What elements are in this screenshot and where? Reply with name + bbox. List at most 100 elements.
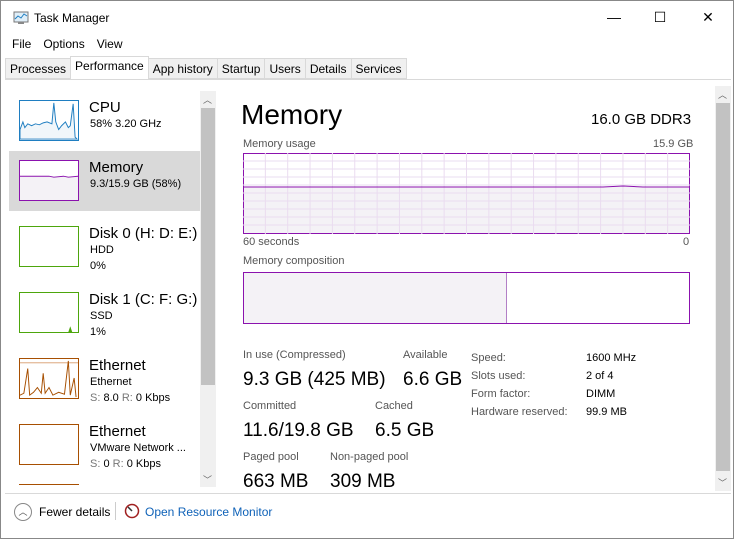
- form-factor-value: DIMM: [586, 388, 616, 400]
- sidebar-item-disk0[interactable]: Disk 0 (H: D: E:) HDD 0%: [9, 217, 200, 277]
- minimize-button[interactable]: —: [591, 5, 637, 29]
- ethernet-vmware-thumbnail-graph: [19, 424, 79, 465]
- available-value: 6.6 GB: [403, 369, 463, 390]
- memory-spec: 16.0 GB DDR3: [591, 111, 692, 128]
- sidebar-item-ethernet[interactable]: Ethernet Ethernet S: 8.0 R: 0 Kbps: [9, 349, 200, 409]
- window-title: Task Manager: [34, 11, 110, 25]
- cached-value: 6.5 GB: [375, 420, 435, 441]
- tab-users[interactable]: Users: [264, 58, 306, 79]
- memory-usage-graph: [243, 153, 690, 234]
- scroll-down-icon[interactable]: ﹀: [718, 476, 727, 489]
- ethernet-adapter: Ethernet: [90, 376, 132, 388]
- time-span-label: 60 seconds: [243, 236, 300, 248]
- footer-divider: [115, 502, 116, 520]
- speed-value: 1600 MHz: [586, 352, 637, 364]
- cpu-label: CPU: [89, 99, 121, 116]
- paged-pool-label: Paged pool: [243, 451, 299, 463]
- sidebar-scrollbar[interactable]: ︿ ﹀: [200, 91, 216, 487]
- menu-view[interactable]: View: [97, 37, 123, 51]
- open-resource-monitor-link[interactable]: Open Resource Monitor: [145, 505, 272, 519]
- sidebar-item-partial[interactable]: [9, 481, 200, 487]
- resource-monitor-icon: [124, 503, 140, 519]
- ethernet-vmware-throughput: S: 0 R: 0 Kbps: [90, 458, 161, 470]
- main-scroll-thumb[interactable]: [716, 103, 730, 471]
- disk1-thumbnail-graph: [19, 292, 79, 333]
- task-manager-icon: [13, 11, 29, 24]
- disk0-type: HDD: [90, 244, 114, 256]
- disk1-type: SSD: [90, 310, 113, 322]
- send-label: S:: [90, 458, 101, 470]
- form-factor-label: Form factor:: [471, 388, 531, 400]
- tab-performance[interactable]: Performance: [70, 56, 149, 80]
- task-manager-window: Task Manager — ☐ ✕ File Options View Proce…: [0, 0, 734, 539]
- menu-bar: File Options View: [12, 37, 135, 51]
- menu-options[interactable]: Options: [43, 37, 84, 51]
- tab-bar: Processes Performance App history Startu…: [5, 56, 407, 80]
- partial-thumbnail: [19, 484, 79, 487]
- memory-thumbnail-graph: [19, 160, 79, 201]
- nonpaged-pool-label: Non-paged pool: [330, 451, 409, 463]
- resource-list: CPU 58% 3.20 GHz Memory 9.3/15.9 GB (58%…: [9, 91, 216, 487]
- ethernet-vmware-label: Ethernet: [89, 423, 146, 440]
- in-use-segment: [244, 273, 507, 323]
- speed-label: Speed:: [471, 352, 506, 364]
- slots-label: Slots used:: [471, 370, 526, 382]
- maximize-button[interactable]: ☐: [637, 5, 683, 29]
- memory-stats: 9.3/15.9 GB (58%): [90, 178, 182, 190]
- hardware-reserved-value: 99.9 MB: [586, 406, 627, 418]
- sidebar-scroll-thumb[interactable]: [201, 108, 215, 385]
- spec-values: 1600 MHz 2 of 4 DIMM 99.9 MB: [586, 349, 636, 421]
- tab-app-history[interactable]: App history: [147, 58, 218, 79]
- main-scrollbar[interactable]: ︿ ﹀: [715, 86, 731, 491]
- memory-composition-label: Memory composition: [243, 255, 345, 267]
- hardware-reserved-label: Hardware reserved:: [471, 406, 568, 418]
- page-title: Memory: [241, 99, 343, 130]
- memory-usage-label: Memory usage: [243, 138, 316, 150]
- sidebar-item-disk1[interactable]: Disk 1 (C: F: G:) SSD 1%: [9, 283, 200, 343]
- send-value: 0: [103, 458, 110, 470]
- fewer-details-button[interactable]: Fewer details: [39, 505, 110, 519]
- tab-services[interactable]: Services: [350, 58, 407, 79]
- receive-value: 0 Kbps: [135, 392, 171, 404]
- sidebar-item-memory[interactable]: Memory 9.3/15.9 GB (58%): [9, 151, 200, 211]
- cached-label: Cached: [375, 400, 413, 412]
- sidebar-item-cpu[interactable]: CPU 58% 3.20 GHz: [9, 91, 200, 151]
- cpu-thumbnail-graph: [19, 100, 79, 141]
- available-label: Available: [403, 349, 448, 361]
- ethernet-label: Ethernet: [89, 357, 146, 374]
- close-button[interactable]: ✕: [685, 5, 731, 29]
- paged-pool-value: 663 MB: [243, 471, 309, 492]
- committed-value: 11.6/19.8 GB: [243, 420, 354, 441]
- chevron-up-icon[interactable]: ︿: [14, 503, 32, 521]
- memory-label: Memory: [89, 159, 144, 176]
- send-label: S:: [90, 392, 101, 404]
- scroll-up-icon[interactable]: ︿: [203, 93, 212, 106]
- spec-labels: Speed: Slots used: Form factor: Hardware…: [471, 349, 568, 421]
- tab-details[interactable]: Details: [304, 58, 352, 79]
- tab-startup[interactable]: Startup: [216, 58, 266, 79]
- menu-file[interactable]: File: [12, 37, 31, 51]
- time-zero-label: 0: [683, 236, 690, 248]
- memory-usage-max: 15.9 GB: [653, 138, 694, 150]
- receive-label: R:: [121, 392, 133, 404]
- memory-composition-bar: [243, 272, 690, 324]
- committed-label: Committed: [243, 400, 297, 412]
- receive-value: 0 Kbps: [126, 458, 161, 470]
- tab-processes[interactable]: Processes: [5, 58, 72, 79]
- scroll-down-icon[interactable]: ﹀: [203, 473, 212, 486]
- send-value: 8.0: [103, 392, 119, 404]
- disk1-label: Disk 1 (C: F: G:): [89, 291, 198, 308]
- slots-value: 2 of 4: [586, 370, 614, 382]
- scroll-up-icon[interactable]: ︿: [718, 88, 727, 101]
- ethernet-thumbnail-graph: [19, 358, 79, 399]
- disk0-thumbnail-graph: [19, 226, 79, 267]
- disk1-usage: 1%: [90, 326, 106, 338]
- disk0-label: Disk 0 (H: D: E:): [89, 225, 198, 242]
- receive-label: R:: [112, 458, 124, 470]
- ethernet-throughput: S: 8.0 R: 0 Kbps: [90, 392, 170, 404]
- disk0-usage: 0%: [90, 260, 106, 272]
- sidebar-item-ethernet-vmware[interactable]: Ethernet VMware Network ... S: 0 R: 0 Kb…: [9, 415, 200, 475]
- cpu-stats: 58% 3.20 GHz: [90, 118, 162, 130]
- in-use-value: 9.3 GB (425 MB): [243, 369, 386, 390]
- ethernet-vmware-adapter: VMware Network ...: [90, 442, 186, 454]
